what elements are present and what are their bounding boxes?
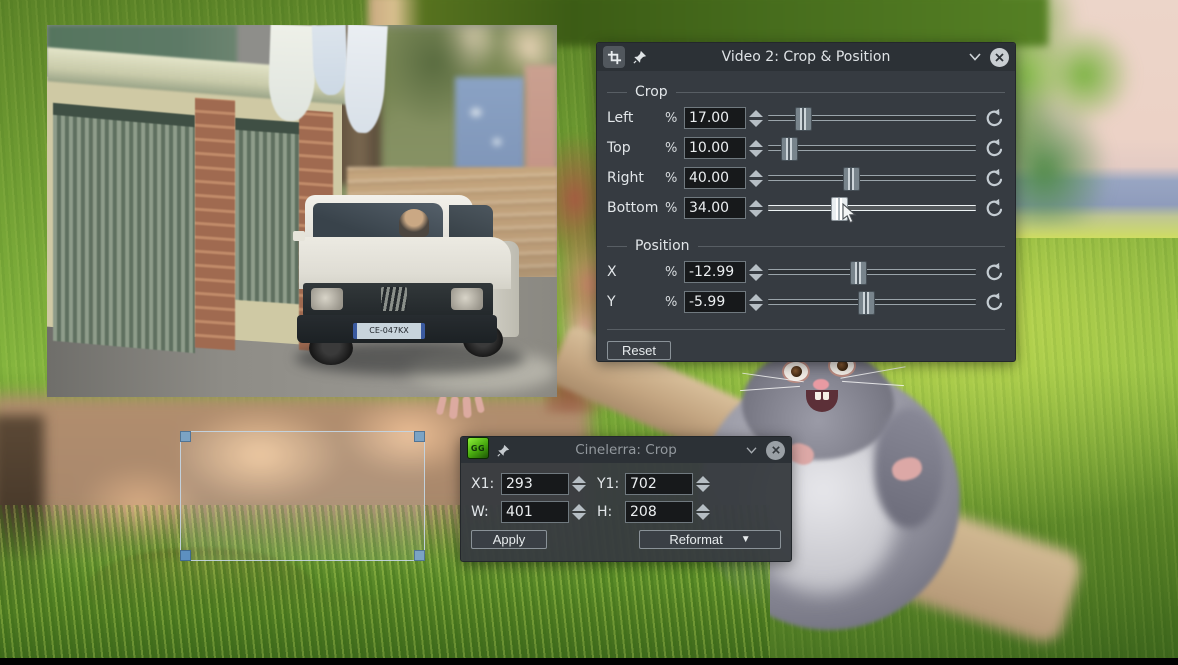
dialog-titlebar[interactable]: Video 2: Crop & Position bbox=[597, 43, 1015, 71]
percent-label: % bbox=[665, 265, 684, 280]
car-headlight bbox=[311, 288, 343, 310]
row-label: Top bbox=[607, 140, 665, 156]
x1-label: X1: bbox=[471, 476, 501, 492]
stepper-arrows[interactable] bbox=[749, 294, 764, 311]
stepper-arrows[interactable] bbox=[696, 476, 711, 492]
cinelerra-gg-icon: GG bbox=[467, 437, 489, 459]
undo-icon[interactable] bbox=[984, 138, 1005, 159]
slider[interactable] bbox=[768, 290, 976, 314]
crop-selection-rect[interactable] bbox=[180, 431, 425, 561]
value-input[interactable] bbox=[684, 167, 746, 189]
undo-icon[interactable] bbox=[984, 292, 1005, 313]
car-mirror bbox=[293, 231, 305, 241]
chevron-down-icon[interactable] bbox=[745, 446, 758, 455]
dialog-title: Cinelerra: Crop bbox=[461, 442, 791, 458]
undo-icon[interactable] bbox=[984, 108, 1005, 129]
h-label: H: bbox=[597, 504, 625, 520]
stepper-arrows[interactable] bbox=[572, 476, 587, 492]
license-plate: CE-047KX bbox=[353, 323, 425, 339]
slider[interactable] bbox=[768, 136, 976, 160]
row-label: Right bbox=[607, 170, 665, 186]
row-y: Y % bbox=[607, 287, 1005, 317]
row-top: Top % bbox=[607, 133, 1005, 163]
stepper-arrows[interactable] bbox=[749, 264, 764, 281]
y1-input[interactable] bbox=[625, 473, 693, 495]
stepper-arrows[interactable] bbox=[696, 504, 711, 520]
value-input[interactable] bbox=[684, 291, 746, 313]
row-label: Left bbox=[607, 110, 665, 126]
value-input[interactable] bbox=[684, 137, 746, 159]
row-label: Bottom bbox=[607, 200, 665, 216]
y1-label: Y1: bbox=[597, 476, 625, 492]
brick-pillar bbox=[195, 98, 235, 351]
crop-icon[interactable] bbox=[603, 46, 625, 68]
close-icon[interactable] bbox=[766, 441, 785, 460]
stepper-arrows[interactable] bbox=[749, 110, 764, 127]
stepper-arrows[interactable] bbox=[572, 504, 587, 520]
row-label: Y bbox=[607, 294, 665, 310]
reformat-label: Reformat bbox=[669, 532, 722, 547]
position-group-legend: Position bbox=[607, 237, 1005, 255]
stepper-arrows[interactable] bbox=[749, 200, 764, 217]
row-left: Left % bbox=[607, 103, 1005, 133]
letterbox-bar bbox=[0, 658, 1178, 665]
value-input[interactable] bbox=[684, 107, 746, 129]
dialog-titlebar[interactable]: GG Cinelerra: Crop bbox=[461, 437, 791, 463]
close-icon[interactable] bbox=[990, 48, 1009, 67]
percent-label: % bbox=[665, 111, 684, 126]
video-layer-canvas[interactable]: CE-047KX bbox=[47, 25, 557, 397]
cinelerra-crop-dialog: GG Cinelerra: Crop X1: bbox=[460, 436, 792, 562]
dropdown-arrow-icon: ▼ bbox=[741, 534, 751, 545]
compositor-window: CE-047KX Video 2: Crop & Position bbox=[0, 0, 1178, 665]
reset-button[interactable]: Reset bbox=[607, 341, 671, 360]
row-bottom: Bottom % bbox=[607, 193, 1005, 223]
undo-icon[interactable] bbox=[984, 168, 1005, 189]
pin-icon[interactable] bbox=[633, 50, 647, 64]
crop-position-dialog: Video 2: Crop & Position Crop Left % bbox=[596, 42, 1016, 362]
pin-icon[interactable] bbox=[497, 444, 510, 457]
undo-icon[interactable] bbox=[984, 262, 1005, 283]
garage-door bbox=[53, 103, 195, 353]
crop-handle-bottom-right[interactable] bbox=[414, 550, 425, 561]
car-headlight bbox=[451, 288, 483, 310]
reformat-dropdown[interactable]: Reformat ▼ bbox=[639, 530, 781, 549]
undo-icon[interactable] bbox=[984, 198, 1005, 219]
chevron-down-icon[interactable] bbox=[968, 52, 982, 62]
car-driver bbox=[399, 209, 429, 237]
dialog-title: Video 2: Crop & Position bbox=[597, 49, 1015, 65]
percent-label: % bbox=[665, 141, 684, 156]
mouse-cursor bbox=[842, 203, 857, 224]
car-hood bbox=[299, 237, 511, 289]
fiat-badge bbox=[381, 287, 407, 311]
stepper-arrows[interactable] bbox=[749, 140, 764, 157]
w-label: W: bbox=[471, 504, 501, 520]
row-right: Right % bbox=[607, 163, 1005, 193]
row-label: X bbox=[607, 264, 665, 280]
slider[interactable] bbox=[768, 166, 976, 190]
h-input[interactable] bbox=[625, 501, 693, 523]
percent-label: % bbox=[665, 171, 684, 186]
slider[interactable] bbox=[768, 106, 976, 130]
stepper-arrows[interactable] bbox=[749, 170, 764, 187]
percent-label: % bbox=[665, 201, 684, 216]
slider[interactable] bbox=[768, 196, 976, 220]
crop-group-legend: Crop bbox=[607, 83, 1005, 101]
chinchilla-tooth bbox=[815, 392, 821, 400]
crop-handle-top-left[interactable] bbox=[180, 431, 191, 442]
value-input[interactable] bbox=[684, 261, 746, 283]
chinchilla-nose bbox=[813, 379, 829, 390]
crop-handle-bottom-left[interactable] bbox=[180, 550, 191, 561]
row-x: X % bbox=[607, 257, 1005, 287]
w-input[interactable] bbox=[501, 501, 569, 523]
apply-button[interactable]: Apply bbox=[471, 530, 547, 549]
hanging-laundry bbox=[312, 25, 348, 96]
percent-label: % bbox=[665, 295, 684, 310]
creature-finger bbox=[462, 396, 472, 419]
crop-handle-top-right[interactable] bbox=[414, 431, 425, 442]
value-input[interactable] bbox=[684, 197, 746, 219]
slider[interactable] bbox=[768, 260, 976, 284]
chinchilla-tooth bbox=[823, 392, 829, 400]
separator bbox=[607, 329, 1005, 330]
x1-input[interactable] bbox=[501, 473, 569, 495]
